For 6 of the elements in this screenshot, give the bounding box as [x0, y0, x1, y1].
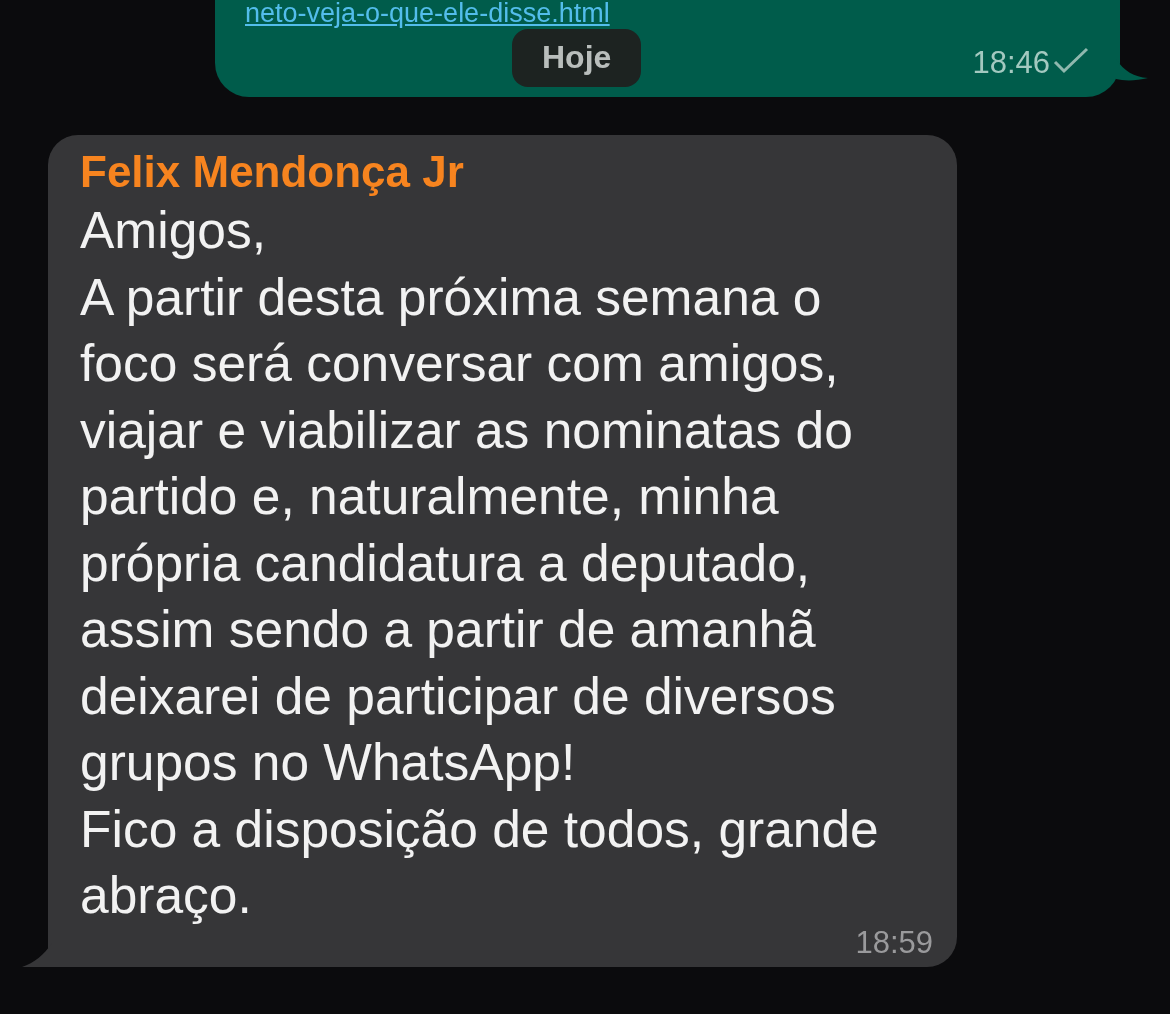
- message-time: 18:59: [855, 924, 933, 961]
- sender-name: Felix Mendonça Jr: [80, 147, 465, 197]
- date-chip: Hoje: [512, 29, 642, 87]
- message-link[interactable]: neto-veja-o-que-ele-disse.html: [245, 0, 610, 27]
- message-time: 18:46: [972, 45, 1050, 81]
- message-text: Amigos, A partir desta próxima semana o foco será conversar com amigos, viajar e viabilizar as nominatas do partido e, naturalmente, minha própria candidatura a deputado, assim sendo a partir de amanhã deixarei de participar de diversos grupos no WhatsApp! Fico a disposição de todos, grande abraço.: [80, 200, 880, 926]
